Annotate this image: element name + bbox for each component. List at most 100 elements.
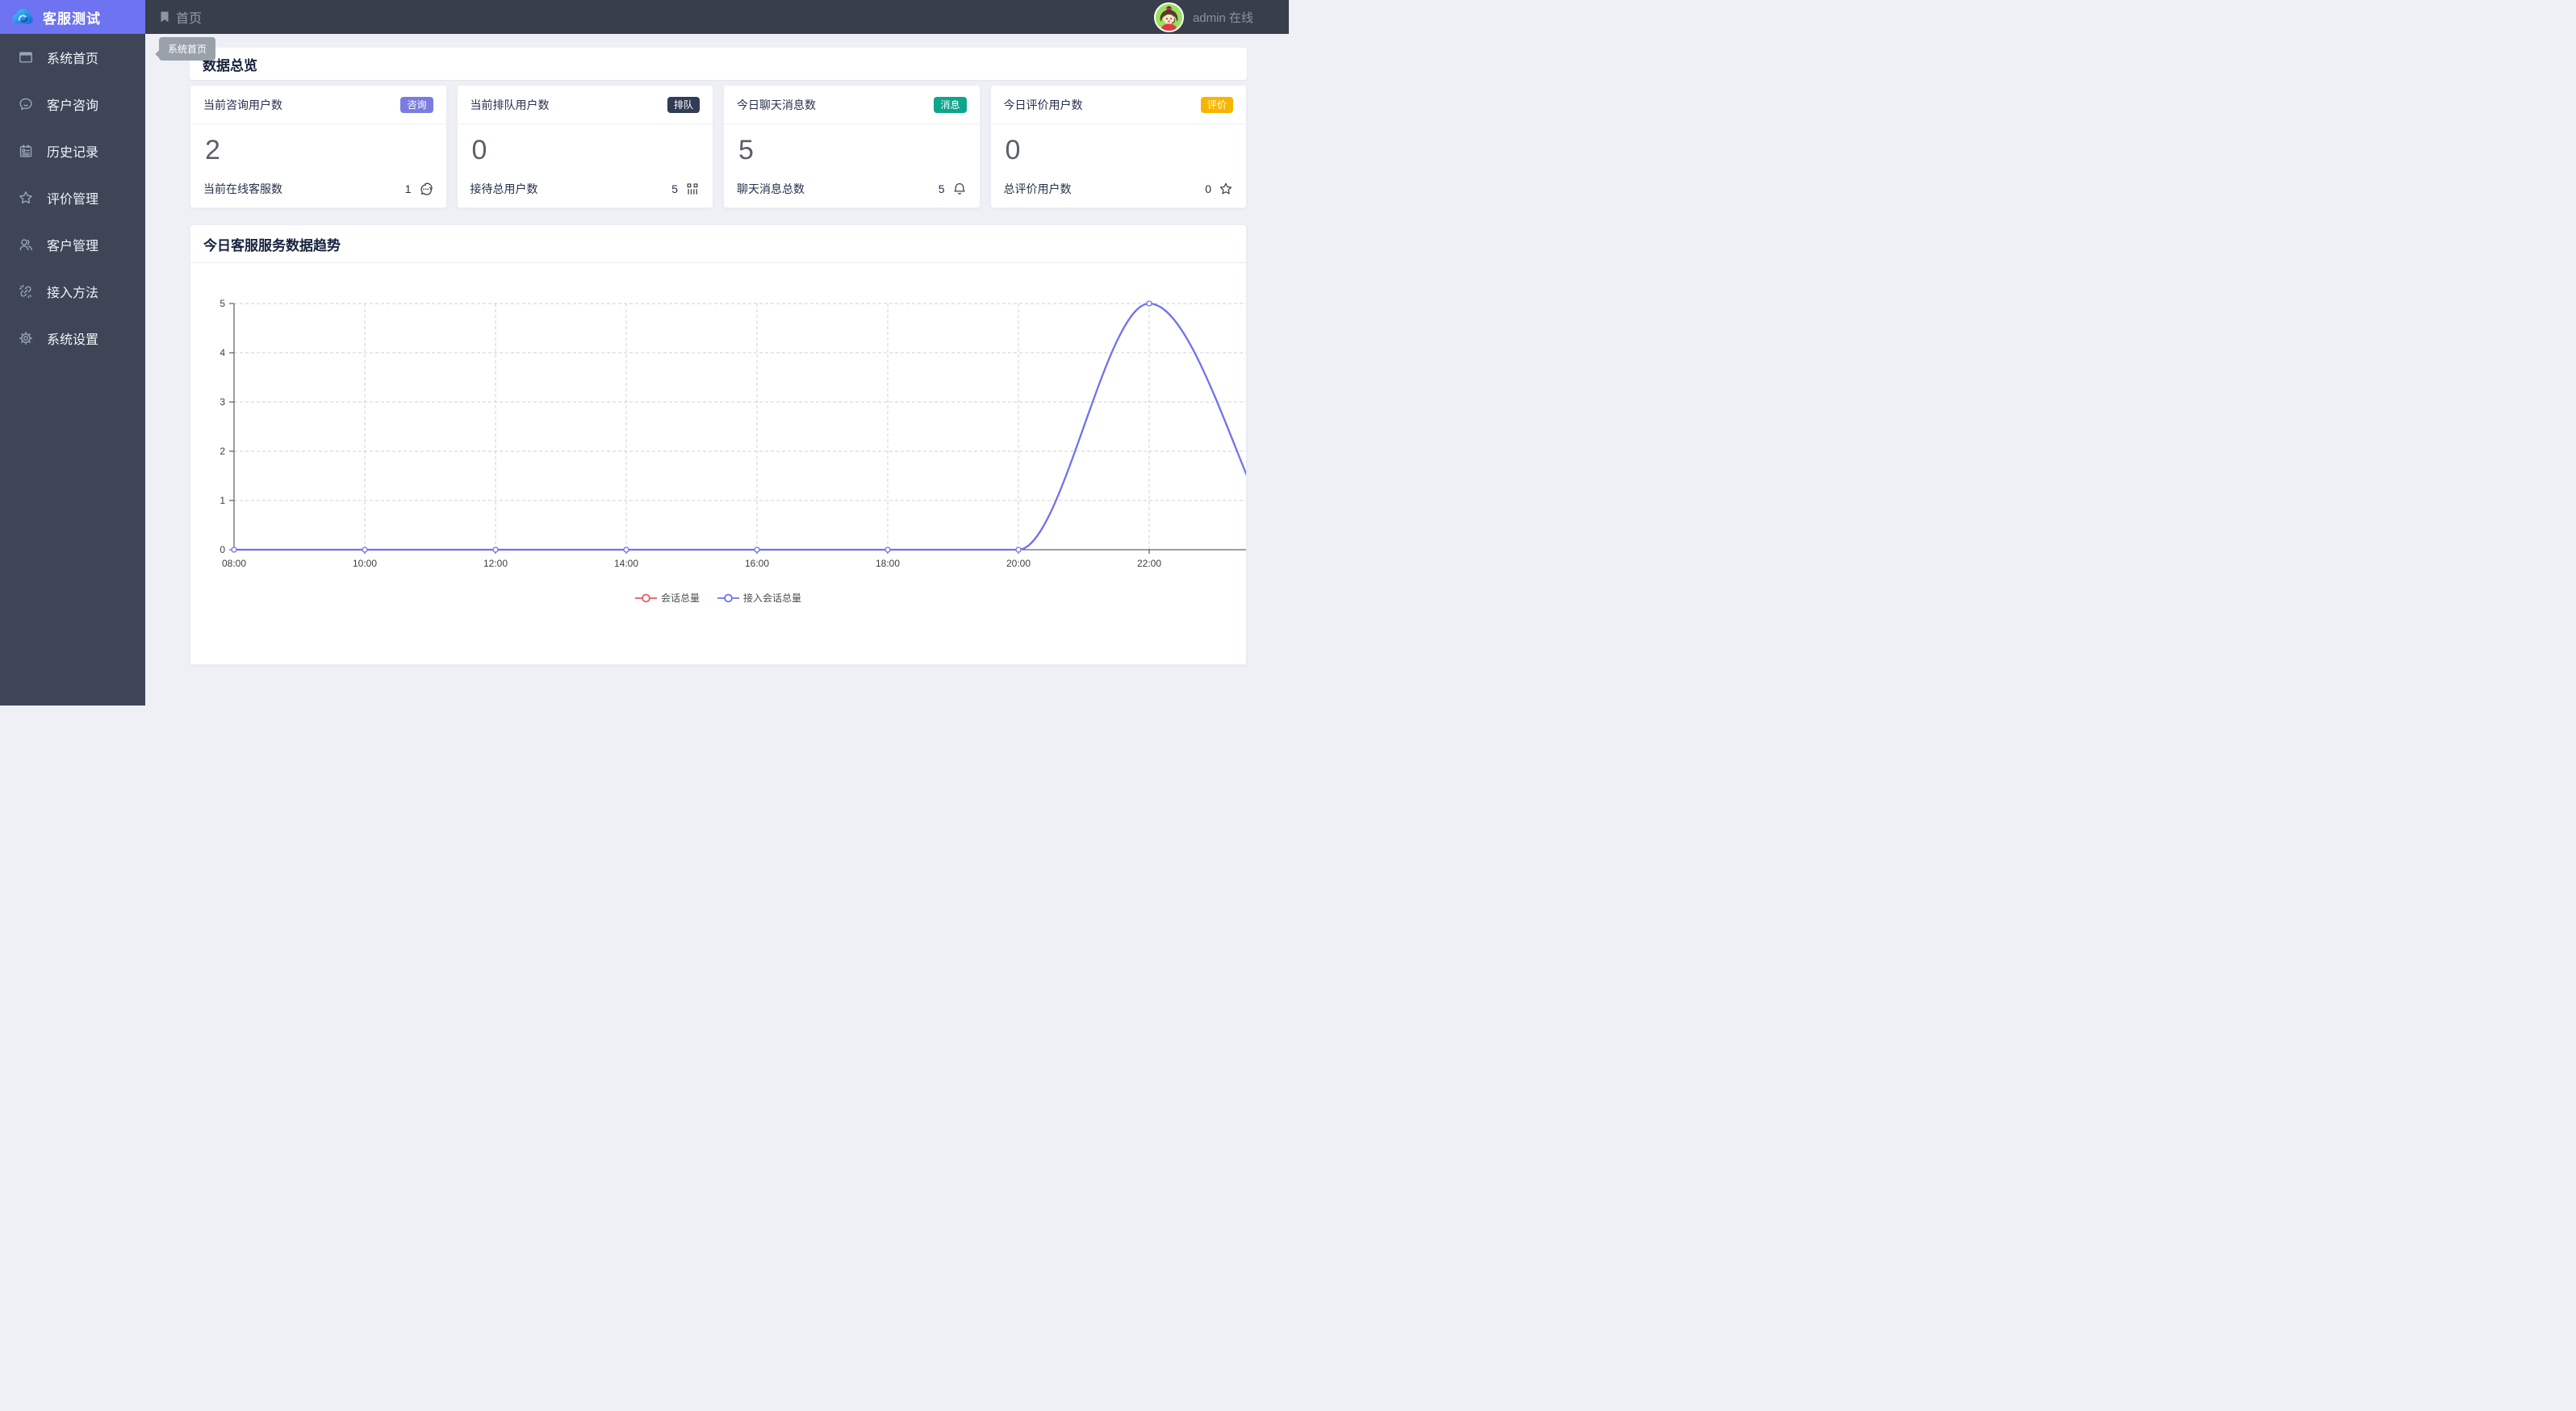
trend-line — [234, 302, 1246, 551]
stat-card-title: 今日聊天消息数 — [737, 98, 816, 111]
stat-value: 2 — [205, 135, 220, 165]
sidebar-item-label: 历史记录 — [47, 146, 99, 160]
stat-cards: 当前咨询用户数 咨询 2 当前在线客服数 1 当前排队用户数 排队 0 接待总用… — [190, 85, 1247, 208]
data-point-marker — [884, 546, 891, 553]
stat-footer-value: 5 — [938, 182, 945, 195]
avatar-girl-icon — [1155, 3, 1182, 31]
avatar — [1153, 2, 1184, 32]
data-point-marker — [492, 546, 499, 553]
stat-footer-label: 接待总用户数 — [470, 182, 538, 195]
y-axis-label: 3 — [220, 396, 225, 408]
page-content: 数据总览 当前咨询用户数 咨询 2 当前在线客服数 1 当前排队用户数 排队 0… — [145, 34, 1289, 665]
chat-ellipsis-icon — [420, 182, 433, 195]
bell-icon — [953, 182, 965, 195]
journal-icon — [19, 144, 32, 157]
y-axis-label: 1 — [220, 495, 225, 506]
x-axis-label: 20:00 — [1006, 558, 1031, 569]
y-axis-label: 2 — [220, 446, 225, 457]
data-point-marker — [362, 546, 368, 553]
stat-card-messages: 今日聊天消息数 消息 5 聊天消息总数 5 — [723, 85, 981, 208]
sidebar-item-customers[interactable]: 客户管理 — [0, 221, 145, 268]
status-badge: 咨询 — [400, 96, 433, 113]
home-tooltip: 系统首页 — [159, 37, 216, 61]
status-badge: 排队 — [667, 96, 700, 113]
sidebar-item-history[interactable]: 历史记录 — [0, 128, 145, 174]
stat-value: 0 — [471, 135, 487, 165]
sidebar-item-reviews[interactable]: 评价管理 — [0, 174, 145, 221]
user-status-label: admin 在线 — [1192, 10, 1253, 25]
sidebar-item-consult[interactable]: 客户咨询 — [0, 81, 145, 128]
legend-item-sessions[interactable]: 会话总量 — [634, 591, 700, 605]
users-icon — [19, 239, 32, 251]
stat-card-queue: 当前排队用户数 排队 0 接待总用户数 5 — [456, 85, 713, 208]
trend-line-chart[interactable]: 08:00 10:00 12:00 14:00 16:00 18:00 20:00 22:00… — [190, 263, 1246, 580]
stat-value: 5 — [738, 135, 754, 165]
sidebar-item-label: 客户咨询 — [47, 99, 99, 113]
legend-label: 接入会话总量 — [743, 592, 802, 604]
stat-footer-value: 0 — [1205, 182, 1211, 195]
stat-card-consulting: 当前咨询用户数 咨询 2 当前在线客服数 1 — [190, 85, 447, 208]
sidebar-item-label: 评价管理 — [47, 193, 99, 207]
status-badge: 消息 — [934, 96, 967, 113]
tab-home[interactable]: 首页 — [159, 7, 202, 27]
status-badge: 评价 — [1200, 96, 1233, 113]
y-axis-label: 5 — [220, 298, 225, 309]
sidebar-item-label: 接入方法 — [47, 287, 99, 300]
sidebar-item-label: 系统首页 — [47, 52, 99, 66]
star-icon — [19, 191, 32, 204]
window-icon — [19, 52, 32, 63]
x-axis-label: 08:00 — [222, 558, 246, 569]
queue-icon — [687, 183, 698, 195]
y-axis-label: 0 — [220, 544, 225, 555]
stat-value: 0 — [1005, 135, 1021, 165]
stat-card-title: 当前排队用户数 — [470, 98, 550, 111]
legend-marker-icon — [717, 593, 739, 602]
stat-card-title: 当前咨询用户数 — [203, 98, 282, 111]
chart-legend: 会话总量 接入会话总量 — [190, 591, 1246, 605]
stat-footer-label: 总评价用户数 — [1003, 182, 1072, 195]
app-title: 客服测试 — [43, 10, 101, 27]
legend-label: 会话总量 — [660, 592, 700, 604]
tab-home-label: 首页 — [176, 12, 203, 26]
x-axis-label: 12:00 — [483, 558, 508, 569]
stat-footer-label: 聊天消息总数 — [737, 182, 805, 195]
star-icon — [1219, 182, 1232, 195]
data-point-marker — [1146, 300, 1152, 307]
app-logo[interactable]: 客服测试 — [0, 0, 145, 34]
trend-chart-title: 今日客服服务数据趋势 — [203, 237, 341, 253]
x-axis-label: 10:00 — [353, 558, 377, 569]
stat-card-ratings: 今日评价用户数 评价 0 总评价用户数 0 — [989, 85, 1247, 208]
stat-footer-label: 当前在线客服数 — [203, 182, 282, 195]
user-menu[interactable]: admin 在线 — [1153, 2, 1253, 32]
sidebar-item-access[interactable]: 接入方法 — [0, 268, 145, 315]
y-axis-label: 4 — [220, 347, 225, 358]
data-point-marker — [231, 546, 237, 553]
sidebar-item-home[interactable]: 系统首页 — [0, 34, 145, 81]
data-point-marker — [754, 546, 760, 553]
data-point-marker — [623, 546, 629, 553]
trend-chart-card: 今日客服服务数据趋势 08:00 10:00 12:00 14:00 16:00 18:0… — [190, 224, 1247, 665]
bookmark-icon — [161, 11, 169, 23]
sidebar: 客服测试 系统首页 客户咨询 历史记录 评价管理 客户管理 接入方法 系统设置 — [0, 0, 145, 706]
main-area: 首页 admin 在线 系统首页 数据总览 当前咨询用户数 咨询 2 当前在线客… — [145, 0, 1289, 706]
sidebar-item-label: 系统设置 — [47, 333, 99, 347]
app-root: 客服测试 系统首页 客户咨询 历史记录 评价管理 客户管理 接入方法 系统设置 … — [0, 0, 1289, 706]
x-axis-label: 14:00 — [614, 558, 638, 569]
stat-footer-value: 5 — [671, 182, 678, 195]
sidebar-menu: 系统首页 客户咨询 历史记录 评价管理 客户管理 接入方法 系统设置 — [0, 34, 145, 362]
link-icon — [19, 284, 32, 299]
legend-marker-icon — [634, 593, 657, 602]
chat-icon — [19, 98, 32, 111]
gear-icon — [19, 331, 33, 345]
x-axis-label: 16:00 — [745, 558, 769, 569]
stat-footer-value: 1 — [404, 182, 412, 195]
x-axis-label: 18:00 — [876, 558, 900, 569]
overview-header: 数据总览 — [190, 48, 1247, 80]
stat-card-title: 今日评价用户数 — [1003, 98, 1083, 111]
sidebar-item-label: 客户管理 — [47, 240, 99, 253]
x-axis-label: 22:00 — [1137, 558, 1161, 569]
topbar: 首页 admin 在线 — [145, 0, 1289, 34]
data-point-marker — [1015, 546, 1022, 553]
sidebar-item-settings[interactable]: 系统设置 — [0, 315, 145, 362]
legend-item-accepted-sessions[interactable]: 接入会话总量 — [717, 591, 801, 605]
